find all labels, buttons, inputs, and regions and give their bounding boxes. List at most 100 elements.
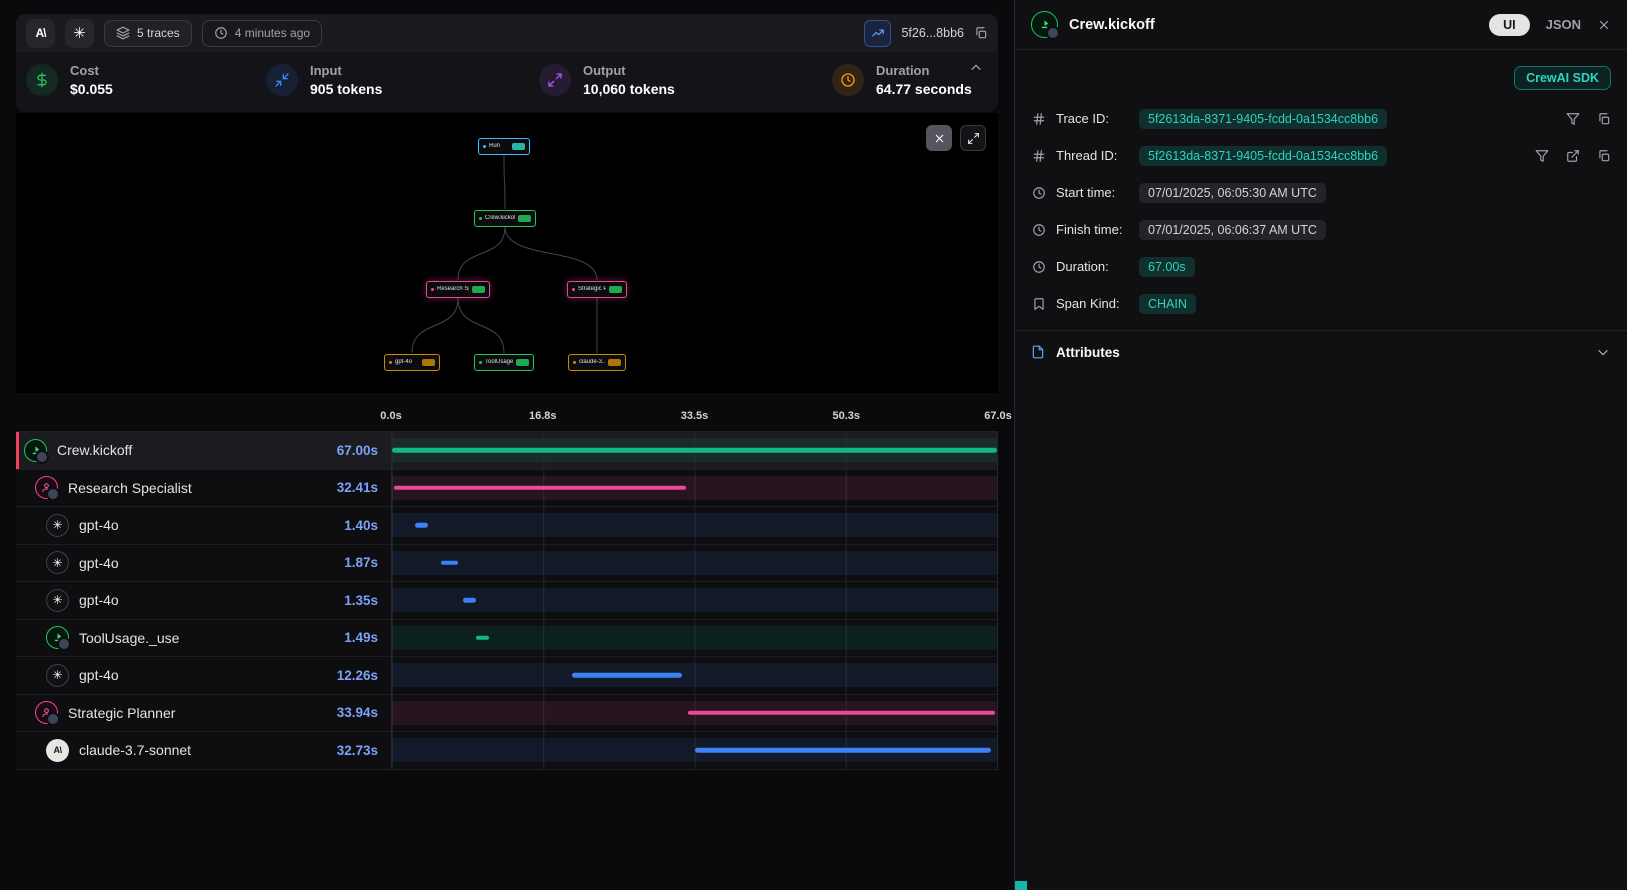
attributes-section-header[interactable]: Attributes (1015, 330, 1627, 373)
field-label: Start time: (1056, 185, 1130, 200)
clock-icon (1031, 223, 1047, 237)
node-label: Research Specialist (437, 286, 469, 292)
timeline-row[interactable]: ✳gpt-4o1.87s (16, 545, 998, 583)
span-duration: 1.87s (344, 555, 391, 570)
field-value[interactable]: CHAIN (1139, 294, 1196, 314)
clock-icon (1031, 186, 1047, 200)
expand-graph-button[interactable] (960, 125, 986, 151)
span-duration: 1.35s (344, 593, 391, 608)
graph-node[interactable]: ToolUsage._use (474, 354, 534, 371)
field-label: Duration: (1056, 259, 1130, 274)
timeline-row[interactable]: ✳gpt-4o1.35s (16, 582, 998, 620)
span-bar[interactable] (415, 523, 428, 528)
graph-node[interactable]: gpt-4o (384, 354, 440, 371)
span-bar[interactable] (688, 711, 994, 716)
field-value[interactable]: 5f2613da-8371-9405-fcdd-0a1534cc8bb6 (1139, 109, 1387, 129)
field-actions (1535, 149, 1611, 163)
span-bar-track (391, 732, 998, 769)
node-status-chip (608, 359, 621, 366)
graph-node[interactable]: claude-3.7-sonnet (568, 354, 626, 371)
time-ago-label: 4 minutes ago (235, 26, 310, 40)
scroll-indicator[interactable] (1015, 881, 1027, 890)
traces-count-badge[interactable]: 5 traces (104, 20, 192, 47)
graph-node[interactable]: Research Specialist (426, 281, 490, 298)
timeline-row[interactable]: Strategic Planner33.94s (16, 695, 998, 733)
axis-tick: 33.5s (681, 410, 709, 422)
span-fields: Trace ID: 5f2613da-8371-9405-fcdd-0a1534c… (1015, 100, 1627, 322)
detail-field-row: Span Kind:CHAIN (1015, 285, 1627, 322)
span-bar[interactable] (695, 748, 991, 753)
field-label: Trace ID: (1056, 111, 1130, 126)
funnel-icon[interactable] (1535, 149, 1549, 163)
span-name: ToolUsage._use (79, 630, 179, 646)
span-bar-track (391, 657, 998, 694)
span-bar-background (392, 588, 997, 612)
node-label: gpt-4o (395, 359, 419, 365)
graph-node[interactable]: Strategic Planner (567, 281, 627, 298)
agent-icon (35, 476, 58, 499)
detail-tabs: UI JSON (1489, 14, 1611, 36)
span-name: gpt-4o (79, 592, 119, 608)
anthropic-icon: A\ (46, 739, 69, 762)
detail-field-row: Finish time:07/01/2025, 06:06:37 AM UTC (1015, 211, 1627, 248)
span-bar-track (391, 582, 998, 619)
graph-node[interactable]: Run (478, 138, 530, 155)
trace-id-short: 5f26...8bb6 (901, 26, 964, 40)
span-name-cell: ✳ gpt-4o 1.40s (16, 507, 391, 544)
metrics-button[interactable] (864, 20, 891, 47)
stat-label: Cost (70, 63, 113, 78)
span-name-cell: Strategic Planner33.94s (16, 695, 391, 732)
copy-icon[interactable] (1597, 149, 1611, 163)
stat-value: 10,060 tokens (583, 81, 675, 97)
stat-label: Input (310, 63, 382, 78)
span-bar[interactable] (394, 486, 687, 491)
detail-panel-header: Crew.kickoff UI JSON (1015, 0, 1627, 50)
tab-json[interactable]: JSON (1546, 17, 1581, 32)
stat-value: $0.055 (70, 81, 113, 97)
span-bar[interactable] (441, 561, 458, 566)
sdk-badge[interactable]: CrewAI SDK (1514, 66, 1611, 90)
stat-value: 64.77 seconds (876, 81, 972, 97)
span-bar[interactable] (463, 598, 475, 603)
span-bar[interactable] (392, 448, 997, 453)
tab-ui[interactable]: UI (1489, 14, 1530, 36)
timeline-row[interactable]: A\claude-3.7-sonnet32.73s (16, 732, 998, 770)
span-title: Crew.kickoff (1069, 17, 1155, 33)
field-value[interactable]: 67.00s (1139, 257, 1195, 277)
timeline-axis: 0.0s16.8s33.5s50.3s67.0s (391, 405, 998, 431)
detail-field-row: Trace ID: 5f2613da-8371-9405-fcdd-0a1534c… (1015, 100, 1627, 137)
timeline-row[interactable]: Crew.kickoff67.00s (16, 432, 998, 470)
graph-node[interactable]: Crew.kickoff (474, 210, 536, 227)
hash-icon (1031, 149, 1047, 163)
field-value[interactable]: 07/01/2025, 06:06:37 AM UTC (1139, 220, 1326, 240)
copy-icon[interactable] (1597, 112, 1611, 126)
agent-icon (35, 701, 58, 724)
trace-graph-canvas[interactable]: Run Crew.kickoff Research Specialist Strate… (16, 113, 998, 393)
external-link-icon[interactable] (1566, 149, 1580, 163)
field-value[interactable]: 07/01/2025, 06:05:30 AM UTC (1139, 183, 1326, 203)
funnel-icon[interactable] (1566, 112, 1580, 126)
sdk-badge-row: CrewAI SDK (1015, 50, 1627, 100)
openai-icon: ✳ (46, 514, 69, 537)
copy-icon[interactable] (974, 26, 988, 40)
timeline-row[interactable]: ✳gpt-4o12.26s (16, 657, 998, 695)
timeline-row[interactable]: ToolUsage._use1.49s (16, 620, 998, 658)
openai-logo-icon: ✳ (65, 19, 94, 48)
span-bar[interactable] (476, 636, 489, 641)
span-bar[interactable] (572, 673, 683, 678)
timeline-row[interactable]: Research Specialist32.41s (16, 470, 998, 508)
span-duration: 1.40s (344, 518, 391, 533)
detail-field-row: Start time: 07/01/2025, 06:05:30 AM UTC (1015, 174, 1627, 211)
close-panel-icon[interactable] (1597, 18, 1611, 32)
close-graph-button[interactable] (926, 125, 952, 151)
node-status-dot (573, 361, 576, 364)
span-name: gpt-4o (79, 555, 119, 571)
node-status-dot (389, 361, 392, 364)
timeline-row[interactable]: ✳ gpt-4o 1.40s (16, 507, 998, 545)
span-name: gpt-4o (79, 517, 119, 533)
field-value[interactable]: 5f2613da-8371-9405-fcdd-0a1534cc8bb6 (1139, 146, 1387, 166)
app-root: A\ ✳ 5 traces 4 minutes ago 5f26...8bb6 … (0, 0, 1627, 890)
node-label: Strategic Planner (578, 286, 606, 292)
collapse-stats-button[interactable] (968, 60, 984, 76)
node-status-dot (572, 288, 575, 291)
